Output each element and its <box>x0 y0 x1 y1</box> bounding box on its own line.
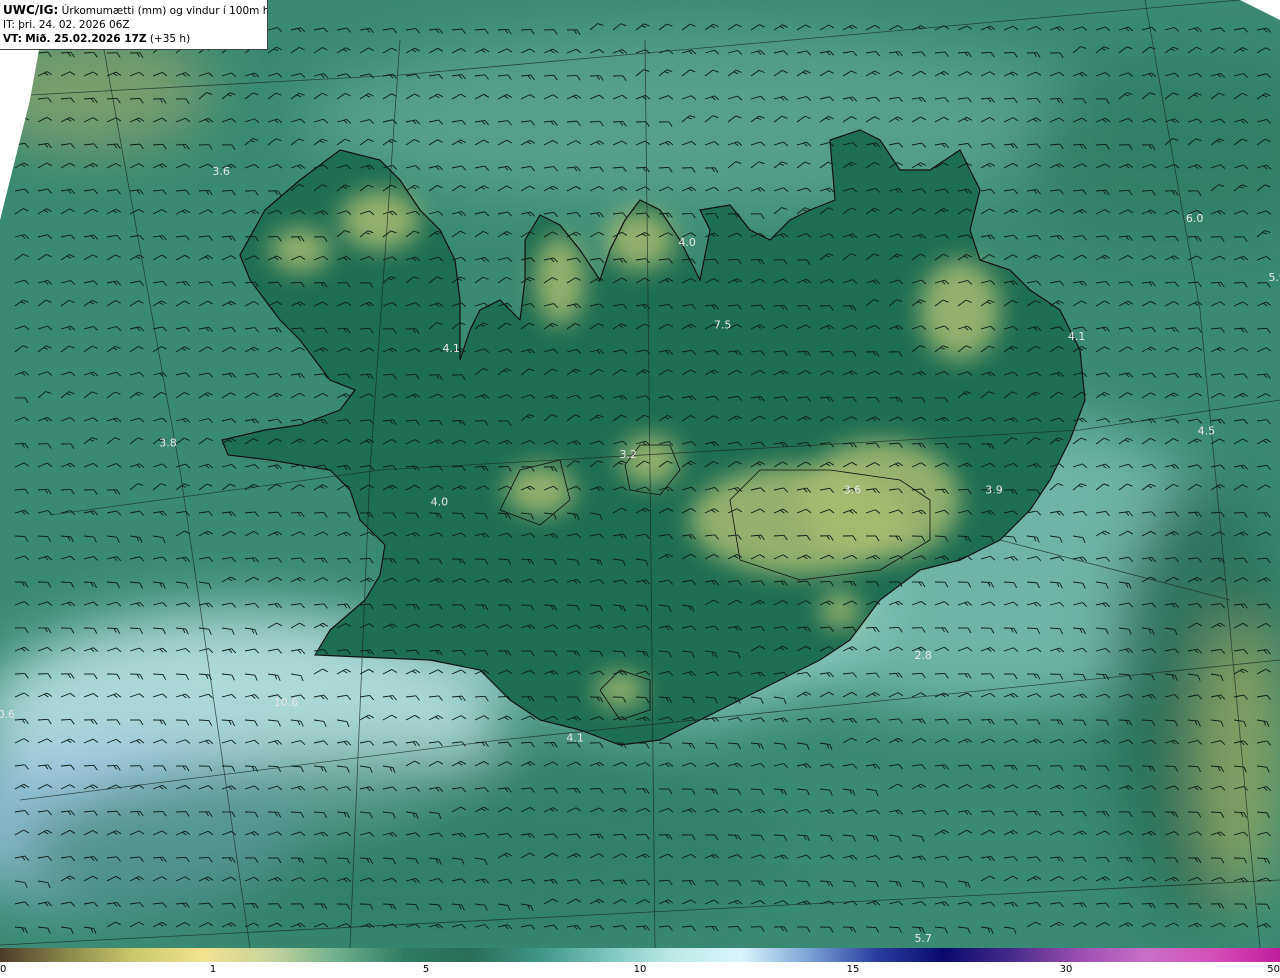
title-row: UWC/IG: Úrkomumætti (mm) og vindur í 100… <box>3 3 267 18</box>
precip-value-label: 3.2 <box>619 448 637 461</box>
precip-value-label: 4.1 <box>442 342 460 355</box>
precip-value-label: 10.6 <box>274 696 299 709</box>
valid-time-value: Mið. 25.02.2026 17Z <box>25 33 147 45</box>
precip-value-label: 4.5 <box>1198 425 1216 438</box>
precip-value-label: 4.0 <box>678 236 696 249</box>
valid-time-row: VT: Mið. 25.02.2026 17Z (+35 h) <box>3 32 267 46</box>
colorbar-tick-label: 1 <box>209 964 217 975</box>
wind-barb <box>14 71 30 77</box>
precip-value-label: 4.1 <box>1068 330 1086 343</box>
valid-time-lead: (+35 h) <box>149 33 191 45</box>
forecast-info-box: UWC/IG: Úrkomumætti (mm) og vindur í 100… <box>0 0 268 50</box>
precip-value-label: 3.8 <box>159 436 177 449</box>
precip-value-label: 3.9 <box>985 484 1003 497</box>
wind-barb <box>14 51 29 57</box>
colorbar-tick-label: 50 <box>1267 964 1280 975</box>
precip-value-label: 6.0 <box>1186 212 1204 225</box>
precip-value-label: 5.9 <box>1268 271 1280 284</box>
precip-value-label: 10.6 <box>0 708 15 721</box>
colorbar-tick-label: 10 <box>633 964 647 975</box>
colorbar <box>0 948 1280 962</box>
colorbar-ticks: 0 1 5 10 15 30 50 <box>0 962 1280 978</box>
init-time-label: IT: <box>3 19 15 31</box>
init-time-row: IT: þri. 24. 02. 2026 06Z <box>3 18 267 32</box>
init-time-value: þri. 24. 02. 2026 06Z <box>18 19 130 31</box>
colorbar-tick-label: 30 <box>1059 964 1073 975</box>
precip-value-label: 4.0 <box>431 495 449 508</box>
precip-value-label: 2.8 <box>914 649 932 662</box>
wind-barb <box>14 97 29 103</box>
model-code: UWC/IG: <box>3 3 59 17</box>
colorbar-tick-label: 0 <box>0 964 7 975</box>
map-title: Úrkomumætti (mm) og vindur í 100m hæð <box>61 5 267 17</box>
precip-value-label: 7.5 <box>714 318 732 331</box>
precip-value-label: 3.6 <box>844 484 862 497</box>
precip-value-label: 4.1 <box>566 731 584 744</box>
valid-time-label: VT: <box>3 33 22 45</box>
colorbar-tick-label: 5 <box>422 964 430 975</box>
forecast-map[interactable]: 3.64.06.05.94.14.17.54.53.84.03.24.03.63… <box>0 0 1280 948</box>
precip-value-label: 5.7 <box>914 932 932 945</box>
map-viewer: 3.64.06.05.94.14.17.54.53.84.03.24.03.63… <box>0 0 1280 978</box>
colorbar-tick-label: 15 <box>846 964 860 975</box>
precip-value-label: 3.6 <box>212 165 230 178</box>
